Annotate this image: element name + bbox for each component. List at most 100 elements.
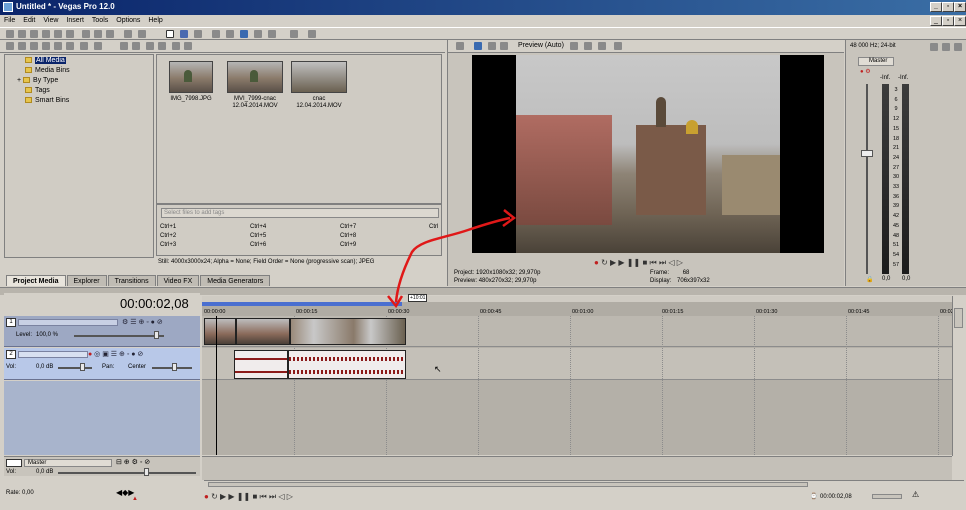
play-media-icon[interactable] (120, 42, 128, 50)
tab-transitions[interactable]: Transitions (107, 275, 156, 286)
get-media-icon[interactable] (30, 42, 38, 50)
menu-insert[interactable]: Insert (62, 15, 88, 24)
time-ruler[interactable]: +10:01 00:00:00 00:00:15 00:00:30 00:00:… (202, 294, 961, 316)
save-as-icon[interactable] (42, 30, 50, 38)
track-controls[interactable]: ⚙ ☰ ⊕ ◦ ● ⊘ (122, 318, 163, 326)
save-icon[interactable] (30, 30, 38, 38)
media-view-icon[interactable] (158, 42, 166, 50)
track-area[interactable]: ↖ (202, 316, 952, 455)
timeline-vscrollbar[interactable] (952, 296, 964, 456)
render-icon[interactable] (54, 30, 62, 38)
timeline-stop-button[interactable]: ■ (252, 492, 257, 501)
whats-this-icon[interactable] (308, 30, 316, 38)
go-to-start-button[interactable]: ⏮ (650, 258, 657, 267)
menu-tools[interactable]: Tools (88, 15, 112, 24)
record-button[interactable]: ● (594, 258, 599, 267)
bus-dim-icon[interactable] (954, 43, 962, 51)
video-clip-3[interactable] (290, 318, 406, 345)
vol-slider[interactable] (80, 363, 85, 371)
timeline-play-button[interactable]: ▶ (228, 492, 234, 501)
stop-media-icon[interactable] (132, 42, 140, 50)
preview-fx-icon[interactable] (488, 42, 496, 50)
media-thumb-2[interactable] (227, 61, 283, 93)
audio-clip-2[interactable] (288, 350, 406, 379)
auto-preview-icon[interactable] (80, 42, 88, 50)
ignore-grouping-icon[interactable] (268, 30, 276, 38)
doc-minimize-button[interactable]: _ (930, 16, 942, 26)
auto-crossfade-icon[interactable] (226, 30, 234, 38)
undo-icon[interactable] (124, 30, 132, 38)
tab-project-media[interactable]: Project Media (6, 275, 66, 286)
timeline-start-button[interactable]: ⏮ (260, 492, 267, 501)
bus-properties-icon[interactable] (930, 43, 938, 51)
snapshot-icon[interactable] (614, 42, 622, 50)
properties-icon[interactable] (66, 30, 74, 38)
track-controls[interactable]: ● ◎ ▣ ☰ ⊕ ◦ ● ⊘ (88, 350, 143, 358)
save-snapshot-icon[interactable] (598, 42, 606, 50)
media-fx-icon[interactable] (54, 42, 62, 50)
go-to-end-button[interactable]: ⏭ (659, 258, 666, 267)
timeline-record-button[interactable]: ● (204, 492, 209, 501)
video-clip-2[interactable] (236, 318, 290, 345)
tab-video-fx[interactable]: Video FX (156, 275, 200, 286)
lock-envelopes-icon[interactable] (254, 30, 262, 38)
track-name-field[interactable] (18, 351, 88, 358)
video-clip-1[interactable] (204, 318, 236, 345)
split-screen-icon[interactable] (474, 42, 482, 50)
preview-properties-icon[interactable] (456, 42, 464, 50)
normal-edit-tool-icon[interactable] (166, 30, 174, 38)
tree-item-smart-bins[interactable]: Smart Bins (5, 97, 153, 107)
menu-options[interactable]: Options (112, 15, 144, 24)
menu-help[interactable]: Help (144, 15, 166, 24)
import-media-icon[interactable] (6, 42, 14, 50)
menu-view[interactable]: View (39, 15, 62, 24)
prev-frame-button[interactable]: ◁ (668, 258, 674, 267)
media-search-icon[interactable] (184, 42, 192, 50)
zoom-icon[interactable]: ⚠ (912, 490, 919, 499)
doc-close-button[interactable]: × (954, 16, 966, 26)
snap-icon[interactable] (212, 30, 220, 38)
timeline-loop-button[interactable]: ↻ (211, 492, 218, 501)
open-icon[interactable] (18, 30, 26, 38)
audio-track-header[interactable]: 2 ● ◎ ▣ ☰ ⊕ ◦ ● ⊘ Vol: 0,0 dB Pan: Cente… (4, 348, 200, 380)
minimize-button[interactable]: _ (930, 2, 942, 12)
timeline-pause-button[interactable]: ❚❚ (237, 492, 250, 501)
vscroll-thumb[interactable] (954, 308, 963, 328)
timeline-play-start-button[interactable]: ▶ (220, 492, 226, 501)
stop-button[interactable]: ■ (642, 258, 647, 267)
close-button[interactable]: × (954, 2, 966, 12)
views-icon[interactable] (94, 42, 102, 50)
pause-button[interactable]: ❚❚ (627, 258, 640, 267)
next-frame-button[interactable]: ▷ (677, 258, 683, 267)
track-name-field[interactable] (18, 319, 118, 326)
copy-snapshot-icon[interactable] (584, 42, 592, 50)
master-track-controls[interactable]: ⊟ ⊕ ⚙ ◦ ⊘ (116, 458, 150, 466)
master-vol-slider[interactable] (144, 468, 149, 476)
timeline-end-button[interactable]: ⏭ (269, 492, 276, 501)
envelope-tool-icon[interactable] (180, 30, 188, 38)
play-from-start-button[interactable]: ▶ (610, 258, 616, 267)
tab-explorer[interactable]: Explorer (66, 275, 107, 286)
preview-quality-dropdown[interactable]: Preview (Auto) (518, 42, 564, 49)
tag-input[interactable]: Select files to add tags (161, 208, 439, 218)
hscroll-thumb[interactable] (208, 482, 808, 487)
level-slider[interactable] (154, 331, 159, 339)
loop-button[interactable]: ↻ (601, 258, 608, 267)
tree-item-media-bins[interactable]: Media Bins (5, 67, 153, 77)
tab-media-generators[interactable]: Media Generators (200, 275, 271, 286)
audio-clip-1[interactable] (234, 350, 288, 379)
master-fader[interactable] (861, 150, 873, 157)
cut-icon[interactable] (82, 30, 90, 38)
doc-window-controls[interactable]: _ ▫ × (930, 15, 966, 27)
playhead-cursor[interactable] (216, 316, 217, 455)
overlays-icon[interactable] (570, 42, 578, 50)
new-icon[interactable] (6, 30, 14, 38)
lock-icon[interactable]: 🔒 (866, 276, 873, 283)
media-thumb-1[interactable] (169, 61, 213, 93)
selection-tool-icon[interactable] (194, 30, 202, 38)
copy-icon[interactable] (94, 30, 102, 38)
paste-icon[interactable] (106, 30, 114, 38)
capture-video-icon[interactable] (18, 42, 26, 50)
maximize-button[interactable]: ▫ (942, 2, 954, 12)
redo-icon[interactable] (138, 30, 146, 38)
